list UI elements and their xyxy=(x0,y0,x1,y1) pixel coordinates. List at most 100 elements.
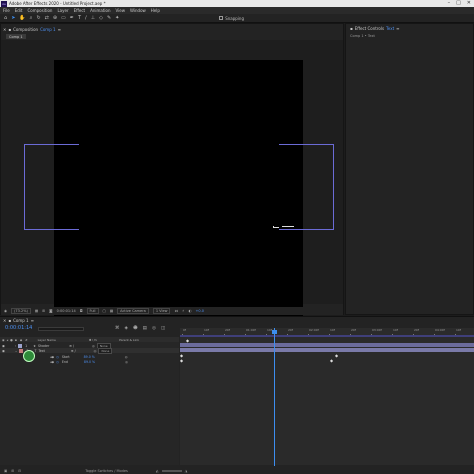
orbit-icon[interactable]: ↻ xyxy=(36,15,40,21)
brush-icon[interactable]: ∕ xyxy=(85,15,87,21)
roto-icon[interactable]: ✎ xyxy=(107,15,111,21)
playhead-handle[interactable] xyxy=(272,330,277,334)
stopwatch-icon[interactable]: ◷ xyxy=(56,355,59,359)
layer-switches[interactable]: ⊕ / xyxy=(71,349,76,353)
transparency-grid-icon[interactable]: ▩ xyxy=(110,309,113,313)
parent-header[interactable]: Parent & Link xyxy=(119,338,139,342)
modes-icon[interactable]: ⊟ xyxy=(18,469,21,473)
lock-icon[interactable]: ▪ xyxy=(350,26,353,31)
exposure-value[interactable]: +0.0 xyxy=(196,309,205,313)
keyframe-start[interactable]: ◆ xyxy=(335,354,338,358)
type-icon[interactable]: T xyxy=(78,15,81,21)
label-color[interactable] xyxy=(19,348,24,353)
grid-icon[interactable]: ⊞ xyxy=(42,309,45,313)
views-dropdown[interactable]: 1 View xyxy=(152,308,171,314)
lock-icon[interactable]: ▪ xyxy=(8,27,11,32)
layer-name[interactable]: Text xyxy=(38,349,44,353)
safe-zones-icon[interactable]: ▦ xyxy=(35,309,38,313)
zoom-out-icon[interactable]: ◭ xyxy=(156,469,159,473)
pickwhip-icon[interactable]: ◎ xyxy=(125,355,128,359)
fast-preview-icon[interactable]: ⚡ xyxy=(182,309,184,313)
property-value[interactable]: 89.0 % xyxy=(84,355,95,359)
close-button[interactable]: ✕ xyxy=(467,0,471,6)
keyframe-marker[interactable]: ◆ xyxy=(186,339,189,343)
keyframe-end-first[interactable]: ◆ xyxy=(180,359,183,363)
menu-animation[interactable]: Animation xyxy=(90,8,110,13)
twirl-icon[interactable]: › xyxy=(15,344,16,348)
keyframe-start-first[interactable]: ◆ xyxy=(180,354,183,358)
pen-icon[interactable]: ✒ xyxy=(70,15,74,21)
expand-icon[interactable]: ⊞ xyxy=(11,469,14,473)
close-icon[interactable]: ✕ xyxy=(3,318,6,323)
shy-icon[interactable]: ☻ xyxy=(133,326,138,331)
stopwatch-icon[interactable]: ◷ xyxy=(56,360,59,364)
layer-name[interactable]: Shader xyxy=(38,344,49,348)
eye-icon[interactable]: ◉ xyxy=(2,344,5,348)
layer-bar-shader[interactable] xyxy=(180,343,474,347)
playhead[interactable] xyxy=(274,328,275,466)
region-icon[interactable]: ▢ xyxy=(103,309,106,313)
hand-icon[interactable]: ✋ xyxy=(19,15,25,21)
parent-dropdown[interactable]: None xyxy=(98,347,113,354)
layer-name-header[interactable]: Layer Name xyxy=(38,338,56,342)
comp-viewer-subtab[interactable]: Comp 1 xyxy=(6,34,26,39)
property-value[interactable]: 89.0 % xyxy=(84,360,95,364)
flowchart-icon[interactable]: ⋈ xyxy=(174,309,178,313)
parent-pickwhip-icon[interactable]: ◎ xyxy=(94,349,97,353)
maximize-button[interactable]: □ xyxy=(456,0,461,6)
menu-help[interactable]: Help xyxy=(151,8,160,13)
camera-icon[interactable]: ◘ xyxy=(80,309,83,313)
zoom-in-icon[interactable]: ◮ xyxy=(185,469,188,473)
track-icon[interactable]: ⇄ xyxy=(45,15,49,21)
zoom-slider[interactable] xyxy=(161,470,182,472)
rect-icon[interactable]: ▭ xyxy=(61,15,66,21)
parent-pickwhip-icon[interactable]: ◎ xyxy=(92,344,95,348)
selection-icon[interactable]: ➤ xyxy=(11,15,15,21)
always-preview-icon[interactable]: ◉ xyxy=(4,309,7,313)
layer-search-input[interactable] xyxy=(38,327,84,331)
hamburger-icon[interactable]: ≡ xyxy=(396,26,399,31)
frame-blending-icon[interactable]: ▤ xyxy=(143,326,147,331)
label-color[interactable] xyxy=(18,343,23,348)
zoom-icon[interactable]: ⌕ xyxy=(30,15,33,21)
menu-view[interactable]: View xyxy=(116,8,126,13)
resolution-dropdown[interactable]: Full xyxy=(86,308,99,314)
snapshot-icon[interactable]: ◙ xyxy=(49,309,52,313)
menu-layer[interactable]: Layer xyxy=(57,8,68,13)
eye-icon[interactable]: ◉ xyxy=(2,349,5,353)
exposure-icon[interactable]: ◐ xyxy=(188,309,191,313)
menu-composition[interactable]: Composition xyxy=(27,8,52,13)
comp-canvas[interactable] xyxy=(54,60,303,317)
motion-blur-icon[interactable]: ◎ xyxy=(152,326,156,331)
graph-editor-icon[interactable]: ◫ xyxy=(161,326,165,331)
zoom-dropdown[interactable]: (73.2%) xyxy=(11,308,31,314)
menu-window[interactable]: Window xyxy=(130,8,146,13)
snapping-toggle[interactable]: Snapping xyxy=(219,16,244,21)
draft-3d-icon[interactable]: ◈ xyxy=(125,326,128,331)
current-time-display[interactable]: 0:00:01:14 xyxy=(5,325,32,331)
camera-dropdown[interactable]: Active Camera xyxy=(117,308,149,314)
keyframe-end[interactable]: ◆ xyxy=(330,359,333,363)
composition-tab[interactable]: ✕ ▪ Composition Comp 1 ≡ xyxy=(3,26,61,33)
text-layer-selection[interactable] xyxy=(273,226,295,229)
stamp-icon[interactable]: ⊥ xyxy=(91,15,95,21)
hamburger-icon[interactable]: ≡ xyxy=(31,318,34,323)
layer-switches[interactable]: ⊕ / xyxy=(69,344,74,348)
minimize-button[interactable]: – xyxy=(448,0,451,6)
menu-effect[interactable]: Effect xyxy=(74,8,86,13)
layer-bar-text[interactable] xyxy=(180,348,474,352)
timecode-display[interactable]: 0:00:01:14 xyxy=(57,309,76,313)
pickwhip-icon[interactable]: ◎ xyxy=(125,360,128,364)
hamburger-icon[interactable]: ≡ xyxy=(58,27,61,32)
eraser-icon[interactable]: ◇ xyxy=(99,15,103,21)
keyframe-nav-icon[interactable]: ◂◆ xyxy=(50,360,54,364)
close-icon[interactable]: ✕ xyxy=(3,27,6,32)
twirl-icon[interactable]: ⌄ xyxy=(15,349,18,353)
menu-file[interactable]: File xyxy=(3,8,10,13)
puppet-icon[interactable]: ✦ xyxy=(115,15,119,21)
render-time-icon[interactable]: ▣ xyxy=(4,469,7,473)
timeline-graph[interactable]: ◆ ◆ ◆ ◆ ◆ xyxy=(180,337,474,465)
composition-mini-flowchart-icon[interactable]: ⌘ xyxy=(115,326,120,331)
menu-edit[interactable]: Edit xyxy=(15,8,23,13)
snapping-checkbox[interactable] xyxy=(219,16,224,20)
